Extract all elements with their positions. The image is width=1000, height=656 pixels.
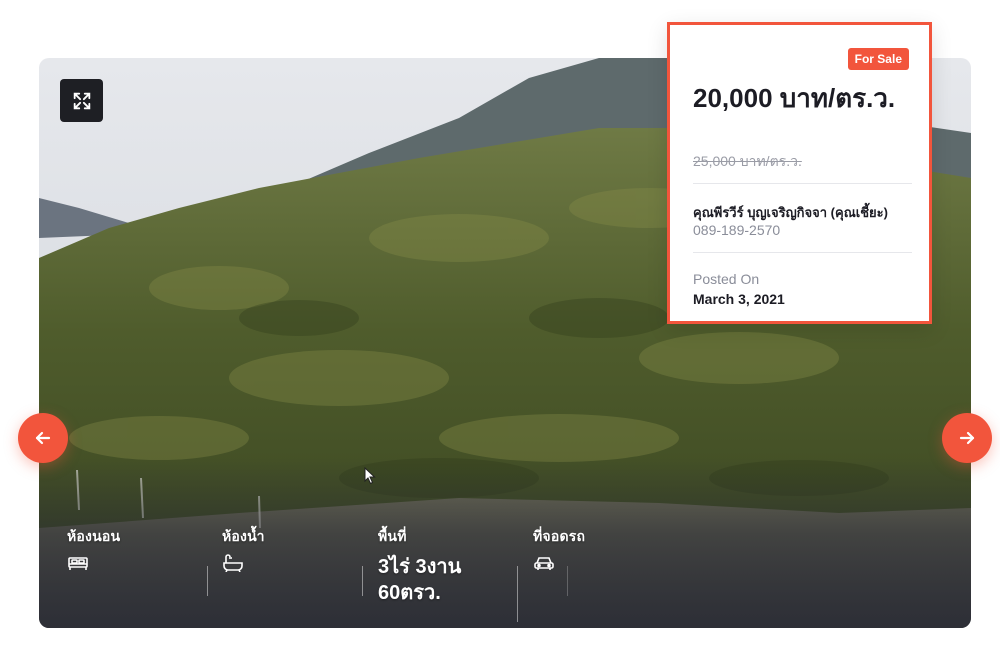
car-icon xyxy=(533,557,555,576)
next-slide-button[interactable] xyxy=(942,413,992,463)
feature-label: ที่จอดรถ xyxy=(533,528,586,544)
current-price: 20,000 บาท/ตร.ว. xyxy=(693,83,896,113)
arrow-right-icon xyxy=(959,431,975,445)
mouse-cursor-icon xyxy=(364,467,376,485)
previous-price: 25,000 บาท/ตร.ว. xyxy=(693,153,802,169)
bed-icon xyxy=(67,557,89,576)
agent-name[interactable]: คุณพีรวีร์ บุญเจริญกิจจา (คุณเชี้ยะ) xyxy=(693,202,888,223)
feature-divider xyxy=(207,566,208,596)
card-divider xyxy=(693,183,912,184)
prev-slide-button[interactable] xyxy=(18,413,68,463)
posted-label: Posted On xyxy=(693,271,760,287)
feature-divider xyxy=(517,566,518,622)
property-features: ห้องนอน ห้องน้ำ พื้นที่ 3ไร่ 3งาน 60ตรว.… xyxy=(39,518,971,628)
posted-date: March 3, 2021 xyxy=(693,291,785,307)
feature-divider xyxy=(362,566,363,596)
area-value: 3ไร่ 3งาน 60ตรว. xyxy=(378,556,462,604)
feature-label: ห้องน้ำ xyxy=(222,528,265,544)
agent-phone[interactable]: 089-189-2570 xyxy=(693,222,780,238)
price-card: For Sale 20,000 บาท/ตร.ว. 25,000 บาท/ตร.… xyxy=(667,22,932,324)
card-divider xyxy=(693,252,912,253)
fullscreen-button[interactable] xyxy=(60,79,103,122)
feature-divider xyxy=(567,566,568,596)
feature-bedrooms: ห้องนอน xyxy=(67,526,120,577)
status-badge: For Sale xyxy=(847,48,909,70)
feature-label: ห้องนอน xyxy=(67,528,121,544)
feature-area: พื้นที่ 3ไร่ 3งาน 60ตรว. xyxy=(378,526,498,606)
feature-bathrooms: ห้องน้ำ xyxy=(222,526,265,577)
property-listing-hero: ห้องนอน ห้องน้ำ พื้นที่ 3ไร่ 3งาน 60ตรว.… xyxy=(0,0,1000,656)
fullscreen-icon xyxy=(73,92,90,109)
feature-parking: ที่จอดรถ xyxy=(533,526,585,577)
bathtub-icon xyxy=(222,554,244,576)
feature-label: พื้นที่ xyxy=(378,528,407,544)
arrow-left-icon xyxy=(35,431,51,445)
